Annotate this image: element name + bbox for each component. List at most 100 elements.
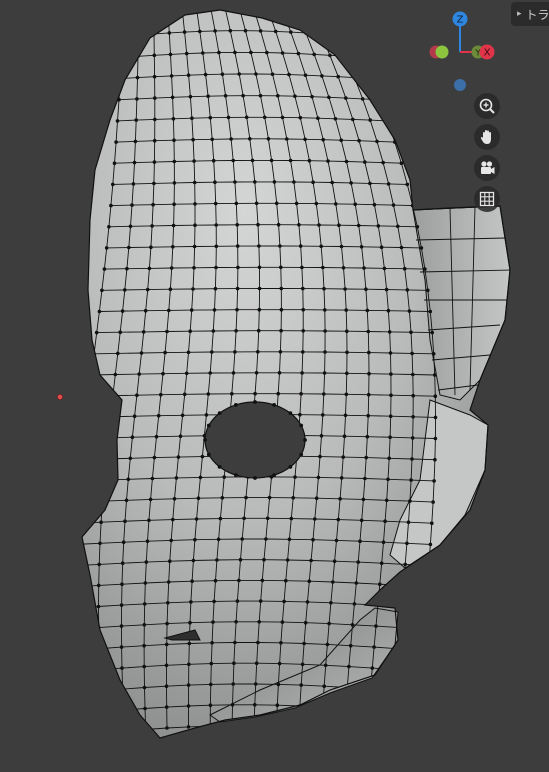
mesh-vertex[interactable] — [182, 30, 187, 34]
mesh-vertex[interactable] — [432, 373, 437, 377]
mesh-vertex[interactable] — [187, 662, 191, 667]
mesh-vertex[interactable] — [156, 413, 161, 418]
mesh-vertex[interactable] — [339, 476, 344, 480]
eye-ring-vertex[interactable] — [272, 403, 276, 407]
mesh-vertex[interactable] — [143, 706, 147, 711]
mesh-vertex[interactable] — [319, 434, 324, 438]
mesh-vertex[interactable] — [336, 74, 341, 79]
mesh-vertex[interactable] — [417, 669, 421, 674]
mesh-vertex[interactable] — [288, 158, 293, 163]
mesh-vertex[interactable] — [128, 456, 133, 461]
mesh-vertex[interactable] — [80, 733, 84, 737]
mesh-vertex[interactable] — [322, 371, 327, 375]
mesh-vertex[interactable] — [274, 201, 279, 206]
mesh-vertex[interactable] — [130, 435, 135, 440]
mesh-vertex[interactable] — [206, 392, 211, 396]
mesh-vertex[interactable] — [379, 561, 384, 565]
mesh-vertex[interactable] — [114, 140, 118, 144]
mesh-vertex[interactable] — [330, 180, 335, 185]
mesh-vertex[interactable] — [116, 351, 120, 356]
mesh-vertex[interactable] — [332, 559, 337, 563]
mesh-vertex[interactable] — [320, 705, 325, 709]
mesh-vertex[interactable] — [314, 496, 319, 501]
mesh-vertex[interactable] — [295, 10, 299, 14]
mesh-vertex[interactable] — [258, 29, 263, 33]
mesh-vertex[interactable] — [191, 137, 195, 142]
mesh-vertex[interactable] — [142, 602, 147, 606]
mesh-vertex[interactable] — [323, 12, 328, 16]
ortho-toggle-button[interactable] — [474, 186, 500, 212]
mesh-vertex[interactable] — [327, 621, 331, 626]
mesh-vertex[interactable] — [354, 581, 359, 585]
mesh-vertex[interactable] — [171, 517, 175, 522]
mesh-vertex[interactable] — [167, 31, 172, 35]
mesh-vertex[interactable] — [301, 286, 305, 291]
mesh-vertex[interactable] — [401, 583, 406, 588]
mesh-vertex[interactable] — [237, 7, 242, 11]
mesh-vertex[interactable] — [322, 684, 327, 688]
mesh-vertex[interactable] — [316, 116, 320, 120]
mesh-vertex[interactable] — [102, 478, 106, 482]
mesh-vertex[interactable] — [108, 415, 113, 419]
mesh-vertex[interactable] — [272, 180, 277, 184]
mesh-vertex[interactable] — [127, 245, 131, 250]
mesh-vertex[interactable] — [200, 454, 205, 459]
mesh-vertex[interactable] — [180, 9, 185, 13]
mesh-vertex[interactable] — [316, 475, 321, 480]
mesh-vertex[interactable] — [231, 682, 235, 686]
mesh-vertex[interactable] — [413, 712, 417, 716]
mesh-vertex[interactable] — [186, 350, 191, 355]
mesh-vertex[interactable] — [372, 645, 376, 649]
eye-ring-vertex[interactable] — [272, 473, 276, 477]
mesh-vertex[interactable] — [278, 350, 283, 354]
mesh-vertex[interactable] — [282, 599, 286, 604]
mesh-vertex[interactable] — [279, 328, 283, 333]
mesh-vertex[interactable] — [213, 180, 217, 184]
mesh-vertex[interactable] — [76, 670, 80, 674]
mesh-vertex[interactable] — [311, 180, 315, 184]
mesh-vertex[interactable] — [366, 392, 371, 397]
mesh-vertex[interactable] — [235, 307, 239, 312]
mesh-vertex[interactable] — [257, 620, 262, 624]
mesh-vertex[interactable] — [172, 181, 177, 185]
mesh-vertex[interactable] — [104, 246, 109, 250]
mesh-vertex[interactable] — [152, 53, 157, 58]
mesh-vertex[interactable] — [379, 245, 384, 249]
mesh-vertex[interactable] — [222, 475, 226, 479]
mesh-vertex[interactable] — [128, 224, 133, 229]
mesh-vertex[interactable] — [191, 558, 196, 563]
mesh-vertex[interactable] — [391, 689, 396, 693]
mesh-vertex[interactable] — [368, 181, 372, 186]
mesh-vertex[interactable] — [135, 75, 140, 80]
mesh-vertex[interactable] — [339, 244, 344, 249]
mesh-vertex[interactable] — [405, 182, 410, 187]
mesh-vertex[interactable] — [397, 625, 402, 630]
mesh-vertex[interactable] — [161, 371, 165, 376]
mesh-vertex[interactable] — [174, 476, 179, 480]
eye-ring-vertex[interactable] — [299, 423, 304, 428]
mesh-vertex[interactable] — [430, 521, 434, 525]
mesh-vertex[interactable] — [331, 580, 335, 584]
mesh-vertex[interactable] — [154, 434, 159, 439]
zoom-button[interactable] — [474, 93, 500, 119]
mesh-vertex[interactable] — [364, 455, 369, 460]
mesh-vertex[interactable] — [275, 703, 280, 707]
mesh-object[interactable] — [0, 0, 549, 772]
mesh-vertex[interactable] — [262, 557, 266, 562]
mesh-vertex[interactable] — [233, 640, 237, 645]
mesh-vertex[interactable] — [258, 93, 263, 98]
mesh-vertex[interactable] — [343, 706, 348, 711]
mesh-vertex[interactable] — [236, 265, 240, 270]
mesh-vertex[interactable] — [244, 495, 248, 500]
mesh-vertex[interactable] — [252, 8, 256, 12]
mesh-vertex[interactable] — [213, 201, 218, 206]
mesh-vertex[interactable] — [326, 159, 330, 163]
mesh-vertex[interactable] — [428, 309, 433, 314]
mesh-vertex[interactable] — [79, 712, 83, 716]
mesh-vertex[interactable] — [136, 33, 141, 37]
mesh-vertex[interactable] — [369, 76, 373, 81]
mesh-vertex[interactable] — [345, 350, 349, 355]
mesh-vertex[interactable] — [359, 245, 364, 249]
mesh-vertex[interactable] — [101, 731, 106, 735]
mesh-vertex[interactable] — [164, 642, 169, 647]
